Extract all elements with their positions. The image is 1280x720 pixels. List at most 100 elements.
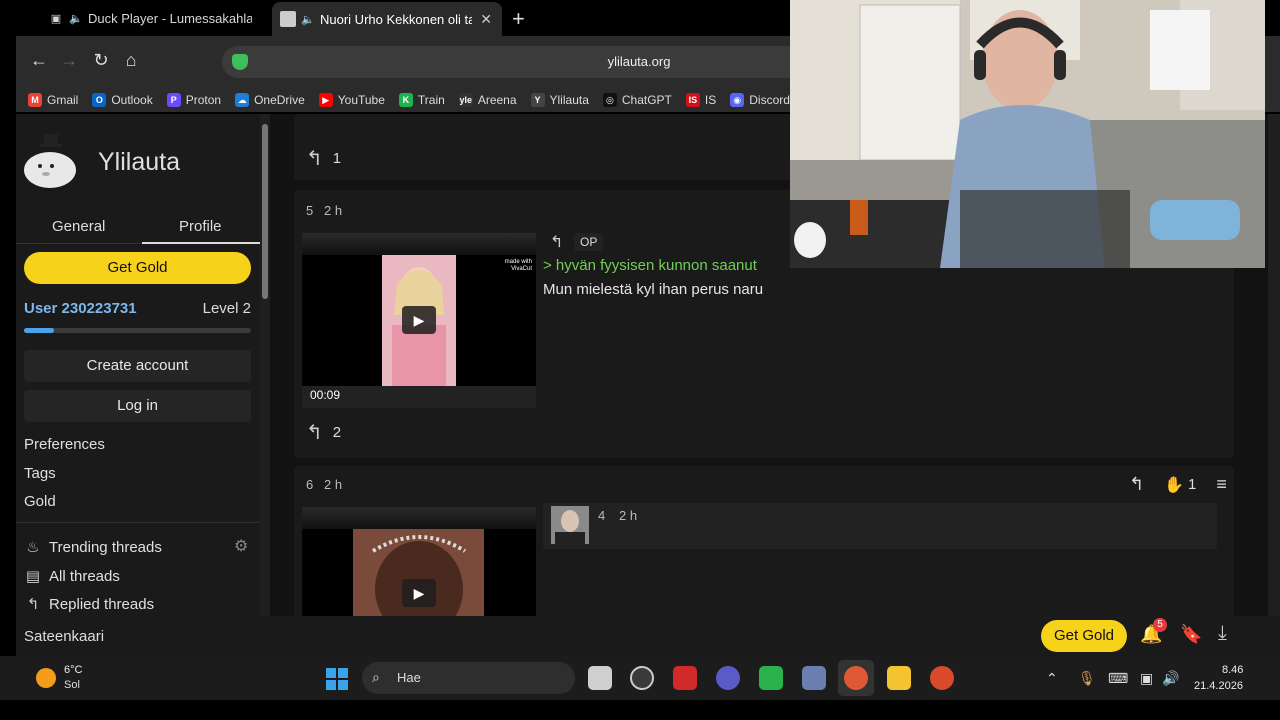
reply-icon: ↰ — [26, 596, 40, 613]
tab-duck-player[interactable]: ▣ 🔈 Duck Player - Lumessakahlaajat — [40, 4, 260, 32]
back-icon[interactable]: ← — [28, 50, 50, 71]
microphone-icon[interactable]: 🎙 — [1078, 670, 1096, 687]
download-icon[interactable]: ⤓ — [1218, 622, 1227, 645]
discord-icon: ◉ — [730, 93, 745, 107]
post-6: 6 2 h ↰ ✋ 1 ≡ ▶ 4 2 h — [294, 466, 1234, 616]
page-scrollbar[interactable] — [1268, 114, 1280, 616]
quoted-post-card[interactable]: 4 2 h — [543, 503, 1217, 549]
weather-temp[interactable]: 6°C — [64, 664, 82, 676]
bookmark-onedrive[interactable]: ☁ OneDrive — [235, 93, 305, 107]
reply-arrow-icon: ↰ — [306, 148, 323, 170]
site-name[interactable]: Ylilauta — [98, 148, 180, 177]
favicon-icon — [280, 11, 296, 27]
like-icon[interactable]: ✋ — [1164, 475, 1184, 495]
post-number[interactable]: 5 — [306, 203, 313, 218]
tags-link[interactable]: Tags — [24, 465, 56, 482]
reply-count-button[interactable]: ↰ 2 — [306, 420, 341, 445]
like-count: 1 — [1188, 476, 1197, 493]
log-in-button[interactable]: Log in — [24, 390, 251, 422]
menu-icon[interactable]: ≡ — [1216, 474, 1227, 495]
tab-general[interactable]: General — [52, 218, 105, 235]
post-number[interactable]: 6 — [306, 477, 313, 492]
ccleaner-icon[interactable] — [930, 666, 954, 690]
duckduckgo-icon[interactable] — [844, 666, 868, 690]
bookmark-ylilauta[interactable]: Y Ylilauta — [530, 93, 589, 107]
gmail-icon: M — [28, 93, 42, 107]
bookmark-label: Ylilauta — [549, 93, 589, 107]
chatgpt-icon: ◎ — [602, 93, 617, 107]
sidebar-scrollbar[interactable] — [260, 114, 270, 616]
bookmark-label: Outlook — [111, 93, 153, 107]
areena-icon: yle — [458, 93, 473, 107]
network-icon[interactable]: ▣ — [1140, 670, 1153, 687]
keyboard-icon[interactable]: ⌨ — [1108, 670, 1128, 687]
volume-icon[interactable]: 🔊 — [1162, 670, 1179, 687]
bookmark-outlook[interactable]: O Outlook — [92, 93, 153, 107]
reload-icon[interactable]: ↻ — [90, 50, 112, 71]
active-tab-indicator — [142, 242, 260, 244]
calculator-icon[interactable] — [802, 666, 826, 690]
replied-threads-label: Replied threads — [49, 595, 155, 613]
search-icon: ⌕ — [372, 669, 380, 685]
file-explorer-icon[interactable] — [887, 666, 911, 690]
sidebar-scrollbar-thumb[interactable] — [262, 124, 268, 299]
theme-name[interactable]: Sateenkaari — [24, 628, 104, 645]
op-badge[interactable]: OP — [574, 233, 604, 251]
bookmark-icon[interactable]: 🔖 — [1180, 624, 1202, 645]
trending-threads-label: Trending threads — [49, 538, 162, 556]
webcam-overlay — [790, 0, 1265, 268]
play-icon[interactable]: ▶ — [402, 306, 436, 334]
bookmark-is[interactable]: IS IS — [685, 93, 716, 107]
chevron-up-icon[interactable]: ⌃ — [1046, 670, 1058, 687]
play-icon[interactable]: ▶ — [402, 579, 436, 607]
app-green-icon[interactable] — [759, 666, 783, 690]
gold-link[interactable]: Gold — [24, 493, 56, 510]
app-purple-icon[interactable] — [716, 666, 740, 690]
close-tab-icon[interactable]: ✕ — [480, 11, 492, 28]
post-body: Mun mielestä kyl ihan perus naru — [543, 281, 764, 298]
home-icon[interactable]: ⌂ — [120, 50, 142, 71]
weather-condition[interactable]: Sol — [64, 679, 80, 691]
task-view-icon[interactable] — [588, 666, 612, 690]
obs-icon[interactable] — [630, 666, 654, 690]
bookmark-discord[interactable]: ◉ Discord — [730, 93, 790, 107]
tab-title: Duck Player - Lumessakahlaajat — [88, 10, 252, 26]
tab-title: Nuori Urho Kekkonen oli ta — [320, 11, 472, 27]
taskbar-search[interactable]: ⌕ Hae — [362, 662, 575, 694]
is-icon: IS — [685, 93, 700, 107]
windows-taskbar: 6°C Sol ⌕ Hae ⌃ 🎙 ⌨ ▣ 🔊 8.46 21.4.2026 — [0, 656, 1280, 700]
reply-to-icon[interactable]: ↰ — [550, 232, 563, 252]
reply-icon[interactable]: ↰ — [1129, 474, 1144, 495]
bookmark-chatgpt[interactable]: ◎ ChatGPT — [602, 93, 672, 107]
trending-threads-link[interactable]: ♨ Trending threads — [24, 538, 162, 557]
windows-start-icon[interactable] — [326, 668, 348, 690]
tab-kekkonen[interactable]: 🔈 Nuori Urho Kekkonen oli ta ✕ — [272, 2, 502, 36]
level-progress-bar — [24, 328, 251, 333]
reply-count-button[interactable]: ↰ 1 — [306, 146, 341, 171]
gear-icon[interactable]: ⚙ — [234, 536, 248, 556]
get-gold-button[interactable]: Get Gold — [24, 252, 251, 284]
video-player[interactable]: ▶ — [302, 507, 536, 616]
get-gold-button[interactable]: Get Gold — [1041, 620, 1127, 652]
new-tab-icon[interactable]: + — [512, 6, 525, 32]
outlook-icon: O — [92, 93, 107, 107]
create-account-button[interactable]: Create account — [24, 350, 251, 382]
video-watermark: made with VivaCut — [504, 259, 532, 272]
quoted-post-number[interactable]: 4 — [598, 508, 605, 523]
username[interactable]: User 230223731 — [24, 300, 137, 317]
preferences-link[interactable]: Preferences — [24, 436, 105, 453]
forward-icon[interactable]: → — [58, 50, 80, 71]
sun-icon[interactable] — [36, 668, 56, 688]
clock-time[interactable]: 8.46 — [1222, 664, 1243, 676]
bookmark-proton[interactable]: P Proton — [166, 93, 221, 107]
bookmark-gmail[interactable]: M Gmail — [28, 93, 78, 107]
app-red-icon[interactable] — [673, 666, 697, 690]
bookmark-youtube[interactable]: ▶ YouTube — [318, 93, 385, 107]
bookmark-areena[interactable]: yle Areena — [458, 93, 517, 107]
tab-profile[interactable]: Profile — [179, 218, 222, 235]
bookmark-train[interactable]: K Train — [398, 93, 445, 107]
all-threads-link[interactable]: ▤ All threads — [24, 567, 120, 586]
clock-date[interactable]: 21.4.2026 — [1194, 680, 1243, 692]
replied-threads-link[interactable]: ↰ Replied threads — [24, 595, 155, 614]
video-player[interactable]: made with VivaCut ▶ 00:09 — [302, 233, 536, 408]
